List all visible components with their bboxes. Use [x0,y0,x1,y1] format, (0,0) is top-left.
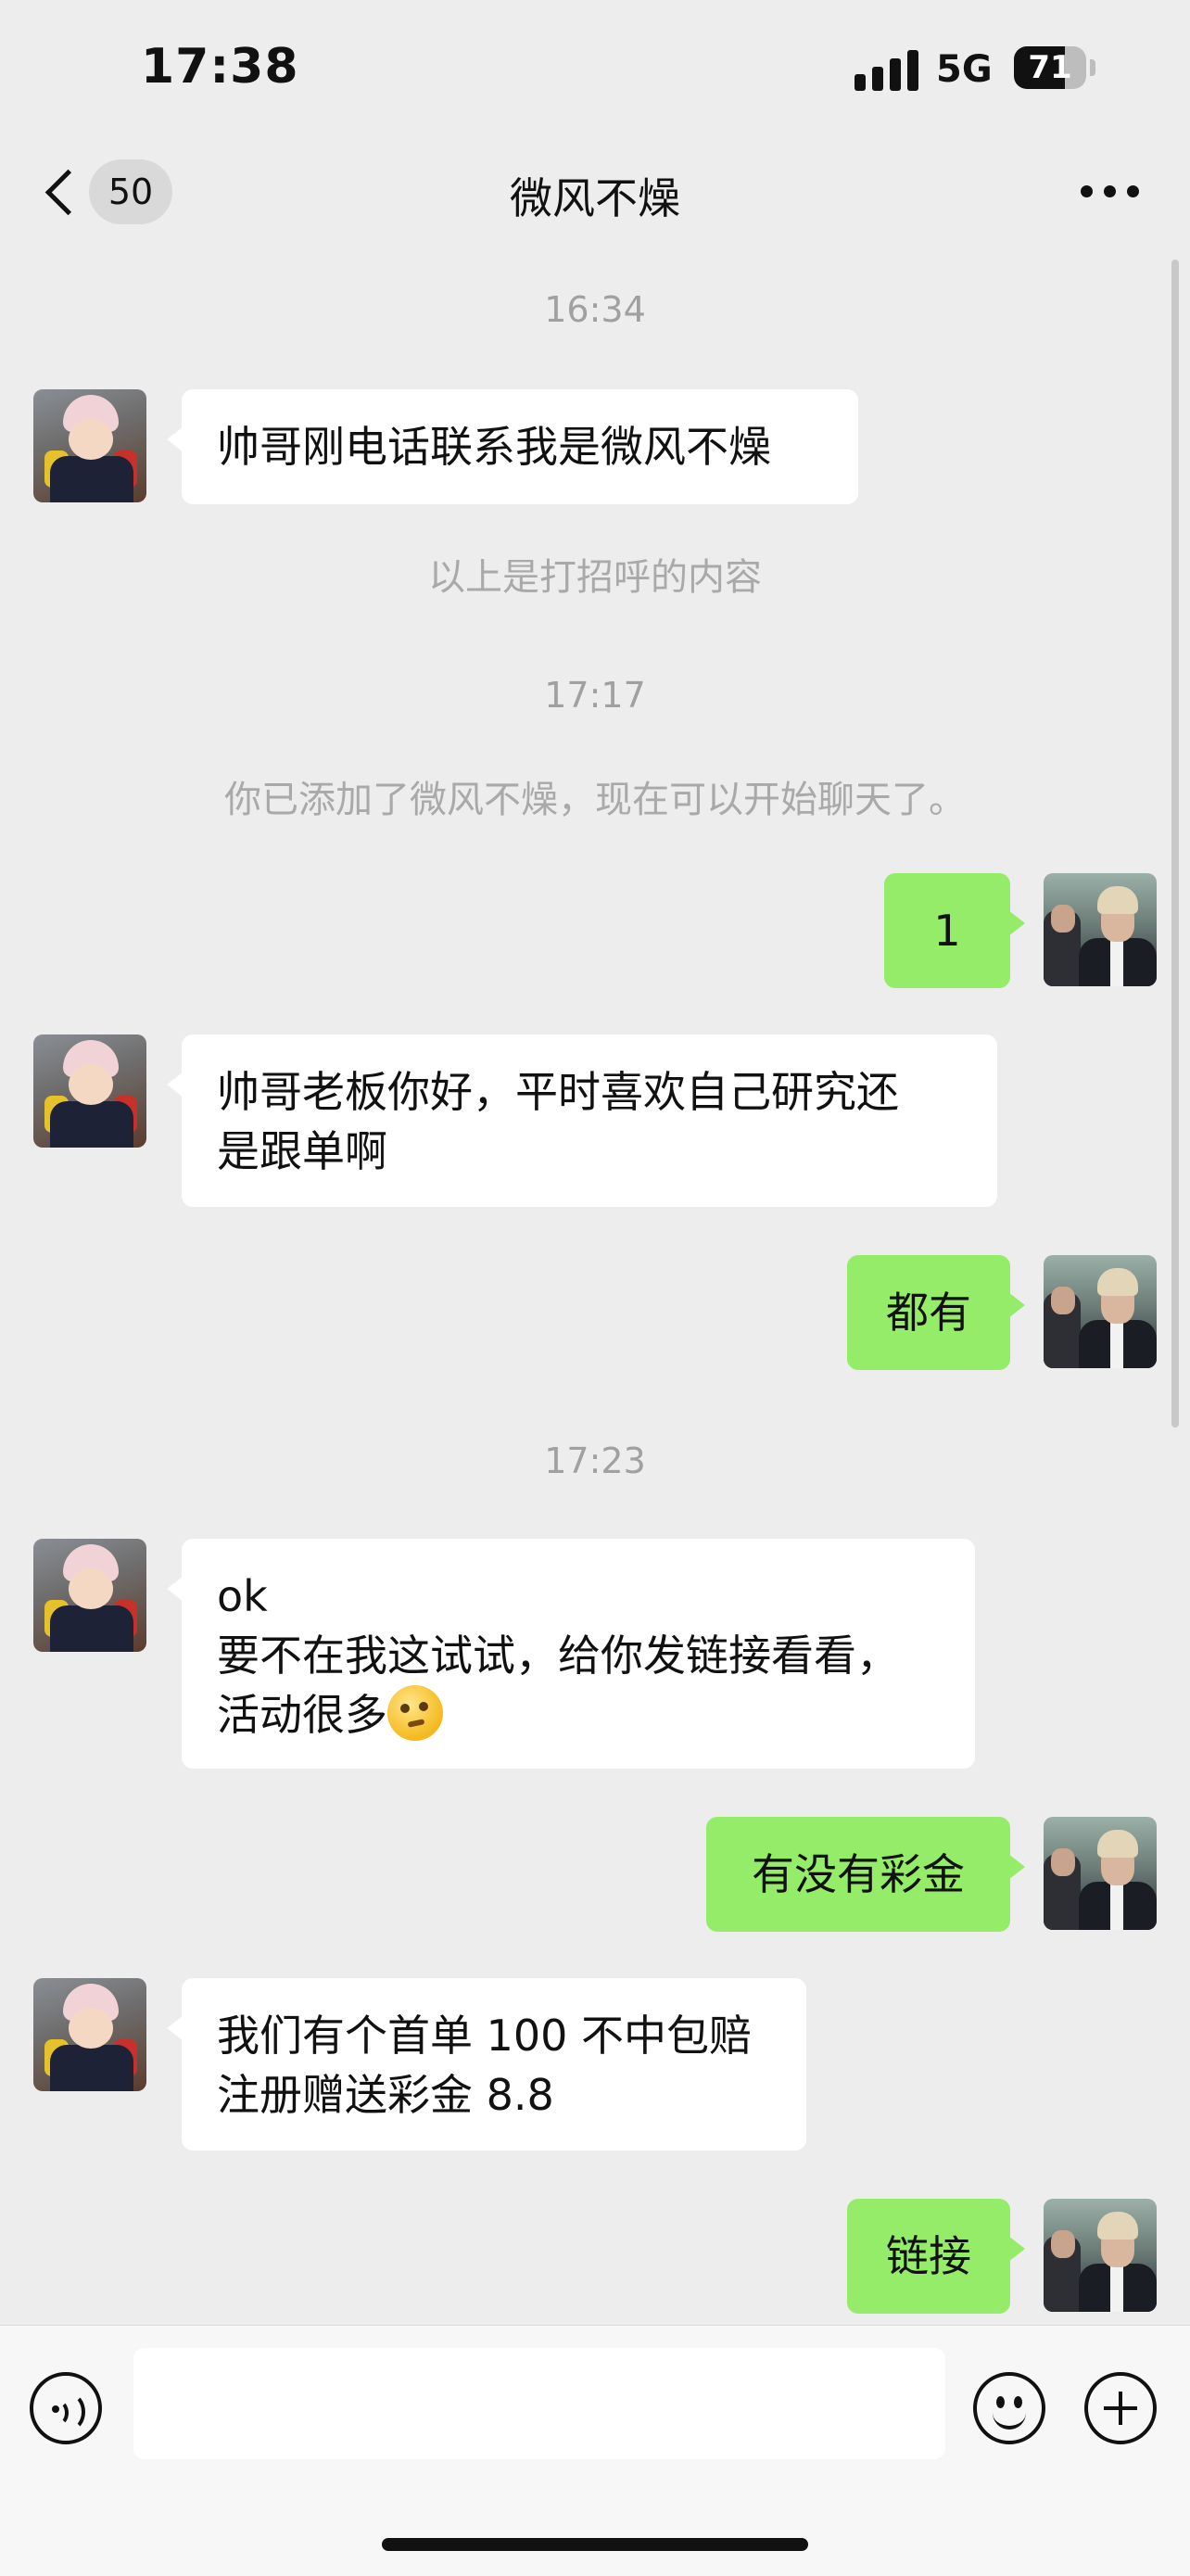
message-bubble-incoming[interactable]: 帅哥刚电话联系我是微风不燥 [167,389,858,504]
timestamp: 17:23 [544,1440,646,1481]
user-avatar[interactable] [1044,873,1157,986]
message-text-line: 活动很多 [217,1690,387,1740]
chat-header: 50 微风不燥 [0,139,1190,247]
message-text-line: 是跟单啊 [217,1126,387,1176]
timestamp: 17:17 [544,675,646,716]
voice-icon[interactable] [30,2372,102,2444]
network-type: 5G [936,48,993,91]
status-bar: 17:38 5G 71 [0,0,1190,139]
message-bubble-outgoing[interactable]: 都有 [847,1255,1025,1370]
message-bubble-incoming[interactable]: ok 要不在我这试试，给你发链接看看， 活动很多 [167,1539,975,1769]
message-text-line: 要不在我这试试，给你发链接看看， [217,1631,899,1681]
user-avatar[interactable] [1044,2199,1157,2312]
timestamp: 16:34 [544,289,646,330]
chat-title: 微风不燥 [510,173,680,223]
message-text: 链接 [886,2231,971,2281]
thinking-face-emoji [387,1685,443,1741]
system-message: 以上是打招呼的内容 [428,556,762,599]
scrollbar[interactable] [1171,260,1179,1428]
message-text-line: 注册赠送彩金 8.8 [217,2070,554,2120]
message-text: 都有 [886,1288,971,1338]
user-avatar[interactable] [1044,1817,1157,1930]
plus-icon[interactable] [1084,2372,1157,2444]
message-text-line: 帅哥老板你好，平时喜欢自己研究还 [217,1067,899,1117]
message-text: 帅哥刚电话联系我是微风不燥 [217,422,771,472]
message-text: 1 [933,906,961,956]
home-indicator[interactable] [382,2538,808,2551]
battery-nub [1090,59,1095,76]
message-input[interactable] [133,2348,945,2459]
message-bubble-outgoing[interactable]: 有没有彩金 [706,1817,1025,1932]
message-bubble-incoming[interactable]: 帅哥老板你好，平时喜欢自己研究还 是跟单啊 [167,1034,997,1207]
smiley-icon[interactable] [973,2372,1045,2444]
message-bubble-outgoing[interactable]: 1 [884,873,1025,988]
message-text: 有没有彩金 [752,1849,965,1899]
contact-avatar[interactable] [33,1034,146,1148]
battery-level: 71 [1028,49,1072,86]
message-text-line: ok [217,1571,268,1621]
message-text-line: 我们有个首单 100 不中包赔 [217,2011,753,2061]
contact-avatar[interactable] [33,1978,146,2091]
signal-icon [855,50,919,91]
more-icon[interactable] [1081,185,1146,204]
battery-icon: 71 [1014,46,1086,89]
contact-avatar[interactable] [33,389,146,502]
user-avatar[interactable] [1044,1255,1157,1368]
message-bubble-incoming[interactable]: 我们有个首单 100 不中包赔 注册赠送彩金 8.8 [167,1978,806,2151]
message-bubble-outgoing[interactable]: 链接 [847,2199,1025,2314]
system-message: 你已添加了微风不燥，现在可以开始聊天了。 [224,779,966,821]
contact-avatar[interactable] [33,1539,146,1652]
status-time: 17:38 [141,39,299,95]
